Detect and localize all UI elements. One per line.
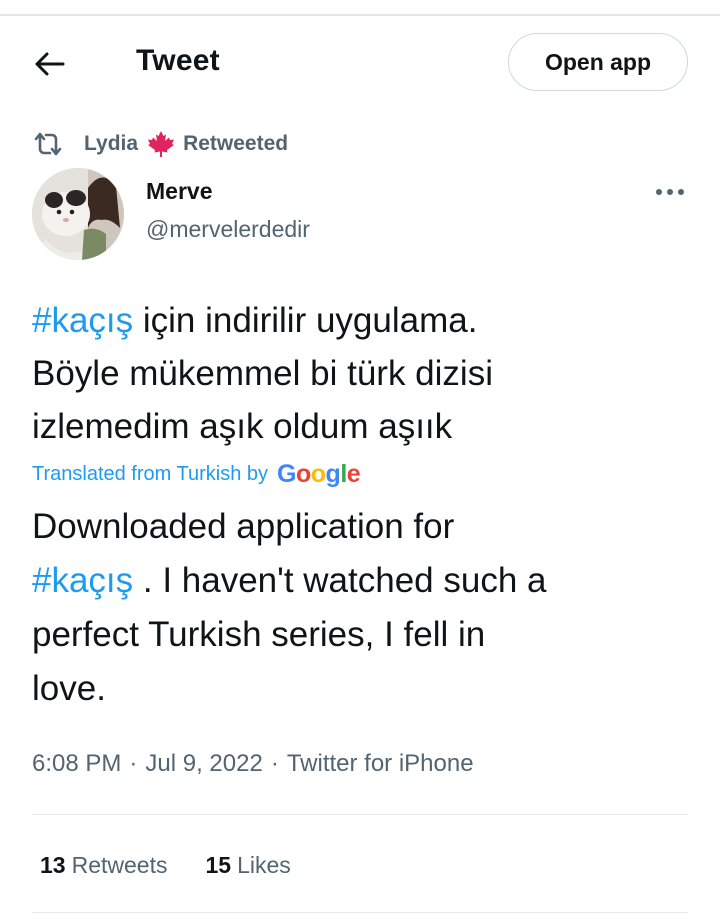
tweet-line-2: Böyle mükemmel bi türk dizisi [32,354,493,393]
tweet-stats: 13 Retweets 15 Likes [40,852,329,879]
translated-text: Downloaded application for #kaçış . I ha… [32,500,702,716]
divider [32,814,688,815]
translation-line-2: . I haven't watched such a [133,561,547,600]
back-button[interactable] [30,44,70,84]
tweet-line-3: izlemedim aşık oldum aşıık [32,407,453,446]
tweet-text: #kaçış için indirilir uygulama. Böyle mü… [32,294,692,453]
author-name[interactable]: Merve [146,178,212,205]
arrow-left-icon [35,52,65,76]
author-handle[interactable]: @mervelerdedir [146,216,310,243]
hashtag-link[interactable]: #kaçış [32,301,133,340]
retweeter-name[interactable]: Lydia [84,132,138,156]
translation-line-3: perfect Turkish series, I fell in [32,615,486,654]
tweet-source[interactable]: Twitter for iPhone [287,750,474,778]
tweet-metadata: 6:08 PM · Jul 9, 2022 · Twitter for iPho… [32,750,474,778]
tweet-line-1: için indirilir uygulama. [133,301,478,340]
tweet-time: 6:08 PM [32,750,122,777]
tweet-date[interactable]: Jul 9, 2022 [145,750,262,778]
translation-attribution[interactable]: Translated from Turkish by Google [32,458,361,490]
retweets-stat[interactable]: 13 Retweets [40,852,167,879]
open-app-button[interactable]: Open app [508,33,688,91]
likes-count: 15 [205,852,232,878]
avatar[interactable] [32,168,124,260]
translation-line-4: love. [32,669,106,708]
retweeted-label: Retweeted [183,132,289,155]
hashtag-link[interactable]: #kaçış [32,561,133,600]
separator: · [270,750,279,777]
likes-stat[interactable]: 15 Likes [205,852,290,879]
google-logo: Google [277,459,361,488]
separator: · [129,750,138,777]
page-title: Tweet [136,44,220,77]
translated-label: Translated from Turkish by [32,462,269,485]
likes-label: Likes [237,852,291,878]
maple-leaf-icon [146,130,176,158]
translation-line-1: Downloaded application for [32,507,455,546]
top-divider [0,14,720,16]
retweet-icon [32,129,66,159]
divider [32,912,688,913]
more-options-button[interactable] [652,178,688,206]
retweets-count: 13 [40,852,66,878]
retweets-label: Retweets [71,852,168,878]
retweet-context: Lydia Retweeted [32,128,288,160]
more-horizontal-icon [656,189,684,195]
